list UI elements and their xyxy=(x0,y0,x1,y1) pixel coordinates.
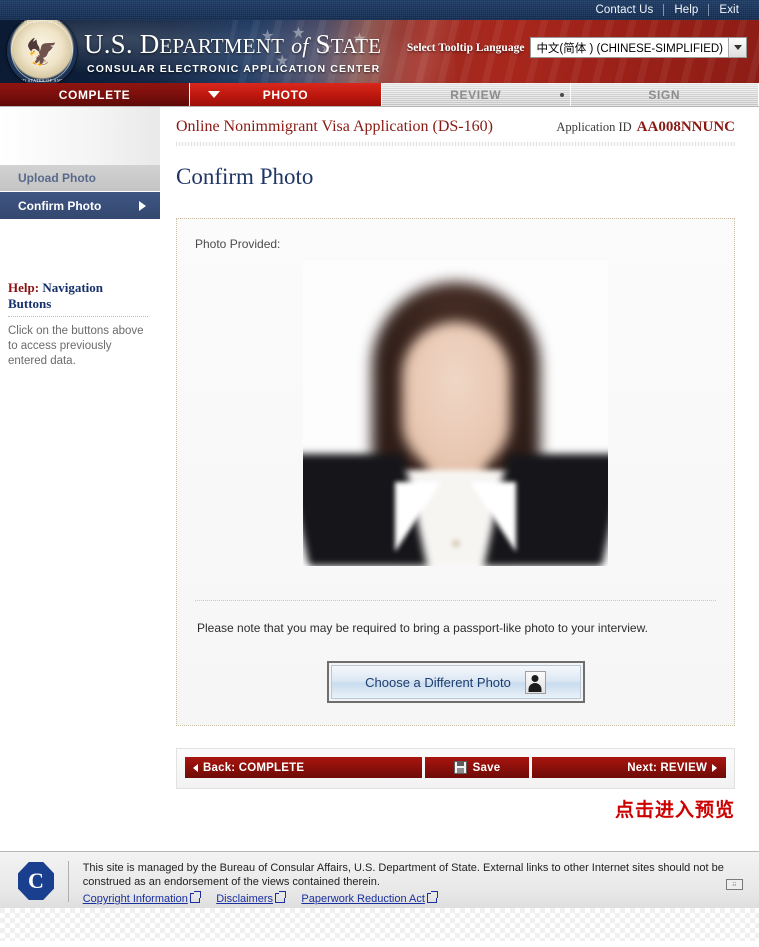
application-title: Online Nonimmigrant Visa Application (DS… xyxy=(176,118,493,135)
help-box: Help: Navigation Buttons Click on the bu… xyxy=(0,280,160,369)
sidebar-item-label: Confirm Photo xyxy=(18,198,102,213)
exit-link[interactable]: Exit xyxy=(709,4,749,16)
main-content: Online Nonimmigrant Visa Application (DS… xyxy=(160,107,759,851)
choose-different-photo-label: Choose a Different Photo xyxy=(365,674,511,690)
navigation-buttons: Back: COMPLETE Save Next: REVIEW xyxy=(185,757,726,778)
arrow-left-icon xyxy=(193,763,198,772)
brand-department-rest: EPARTMENT xyxy=(159,34,285,58)
external-link-icon xyxy=(189,891,201,903)
tab-sign-label: SIGN xyxy=(648,87,681,102)
brand-of: of xyxy=(291,33,309,58)
footer-divider xyxy=(68,861,69,902)
help-text: Click on the buttons above to access pre… xyxy=(8,325,144,367)
external-link-icon xyxy=(426,891,438,903)
tab-complete-label: COMPLETE xyxy=(58,87,131,102)
portrait-collar-left xyxy=(395,482,441,552)
page-title: Confirm Photo xyxy=(176,164,314,189)
choose-photo-focus-ring: Choose a Different Photo xyxy=(326,661,585,703)
copyright-information-label: Copyright Information xyxy=(82,893,188,905)
badge-letter: C xyxy=(28,868,44,893)
top-utility-bar: Contact Us Help Exit xyxy=(0,0,759,20)
language-label: Select Tooltip Language xyxy=(406,41,525,54)
site-footer: C This site is managed by the Bureau of … xyxy=(0,851,759,908)
brand-state-cap: S xyxy=(315,29,331,59)
arrow-right-icon xyxy=(712,763,717,772)
contact-us-link[interactable]: Contact Us xyxy=(585,4,663,16)
floppy-disk-icon xyxy=(453,761,467,774)
current-tab-marker-icon xyxy=(208,91,220,98)
tooltip-language-select[interactable]: 中文(简体 ) (CHINESE-SIMPLIFIED) xyxy=(530,37,747,58)
brand-title: U.S. DEPARTMENT of STATE xyxy=(84,29,381,61)
portrait-face xyxy=(401,322,510,470)
help-divider xyxy=(8,316,148,317)
disclaimers-label: Disclaimers xyxy=(216,893,274,905)
next-button-label: Next: REVIEW xyxy=(627,761,707,774)
back-button-label: Back: COMPLETE xyxy=(203,761,305,774)
external-link-icon xyxy=(275,891,287,903)
paperwork-reduction-act-link[interactable]: Paperwork Reduction Act xyxy=(301,891,438,905)
state-department-seal-icon: DEPARTMENT OF STATE 🦅 UNITED STATES OF A… xyxy=(7,20,77,83)
save-button[interactable]: Save xyxy=(425,757,529,778)
sidebar-item-label: Upload Photo xyxy=(18,171,96,185)
tab-complete[interactable]: COMPLETE xyxy=(0,83,190,106)
footer-content: This site is managed by the Bureau of Co… xyxy=(83,861,745,905)
language-selector-group: Select Tooltip Language 中文(简体 ) (CHINESE… xyxy=(407,37,747,58)
back-button[interactable]: Back: COMPLETE xyxy=(185,757,422,778)
brand-subtitle: CONSULAR ELECTRONIC APPLICATION CENTER xyxy=(87,63,381,75)
tab-review[interactable]: REVIEW xyxy=(382,83,571,106)
eagle-icon: 🦅 xyxy=(25,37,59,68)
tab-review-label: REVIEW xyxy=(450,87,502,102)
help-link[interactable]: Help xyxy=(664,4,708,16)
portrait-person-icon xyxy=(524,670,546,694)
application-id: Application ID AA008NNUNC xyxy=(556,119,735,136)
tab-dot-icon xyxy=(559,92,564,97)
application-id-value: AA008NNUNC xyxy=(636,119,735,135)
chevron-right-icon xyxy=(139,200,146,211)
seal-top-text: DEPARTMENT OF STATE xyxy=(14,20,70,24)
photo-note: Please note that you may be required to … xyxy=(197,621,648,635)
language-selected-value: 中文(简体 ) (CHINESE-SIMPLIFIED) xyxy=(536,42,723,55)
help-title-key: Help: xyxy=(8,280,40,295)
disclaimers-link[interactable]: Disclaimers xyxy=(216,891,287,905)
photo-provided-label: Photo Provided: xyxy=(195,237,281,251)
page-body: Upload Photo Confirm Photo Help: Navigat… xyxy=(0,107,759,851)
footer-text: This site is managed by the Bureau of Co… xyxy=(82,862,724,888)
application-id-label: Application ID xyxy=(556,120,632,134)
consular-affairs-badge-icon: C xyxy=(18,862,54,900)
application-header: Online Nonimmigrant Visa Application (DS… xyxy=(160,107,759,136)
brand-department-cap: D xyxy=(139,29,160,59)
brand-us: U.S. xyxy=(84,29,133,59)
portrait-shirt-button xyxy=(451,539,460,548)
bottom-transparent-strip xyxy=(0,908,759,941)
annotation-text: 点击进入预览 xyxy=(614,800,735,821)
tab-photo[interactable]: PHOTO xyxy=(190,83,382,106)
progress-tab-bar: COMPLETE PHOTO REVIEW SIGN xyxy=(0,83,759,107)
save-button-label: Save xyxy=(472,761,501,774)
next-button[interactable]: Next: REVIEW xyxy=(532,757,726,778)
copyright-information-link[interactable]: Copyright Information xyxy=(82,891,201,905)
site-banner: DEPARTMENT OF STATE 🦅 UNITED STATES OF A… xyxy=(0,20,759,83)
footer-mini-badge-icon: ☷ xyxy=(726,879,743,890)
sidebar-item-upload-photo[interactable]: Upload Photo xyxy=(0,165,160,192)
paperwork-reduction-act-label: Paperwork Reduction Act xyxy=(301,893,425,905)
site-brand: U.S. DEPARTMENT of STATE CONSULAR ELECTR… xyxy=(84,29,381,75)
photo-container xyxy=(195,260,716,566)
chevron-down-icon[interactable] xyxy=(728,38,746,57)
confirm-photo-panel: Photo Provided: Please note that you may… xyxy=(176,218,735,726)
help-title: Help: Navigation Buttons xyxy=(8,280,148,316)
brand-state-rest: TATE xyxy=(330,34,382,58)
form-navigation-bar: Back: COMPLETE Save Next: REVIEW xyxy=(176,748,735,789)
tab-photo-label: PHOTO xyxy=(262,87,309,102)
sidebar: Upload Photo Confirm Photo Help: Navigat… xyxy=(0,107,160,851)
sidebar-top-fill xyxy=(0,107,160,165)
footer-links: Copyright Information Disclaimers Paperw… xyxy=(83,891,745,905)
portrait-collar-right xyxy=(470,482,516,552)
tab-sign[interactable]: SIGN xyxy=(570,83,759,106)
choose-photo-container: Choose a Different Photo xyxy=(195,661,716,703)
sidebar-item-confirm-photo[interactable]: Confirm Photo xyxy=(0,192,160,219)
choose-different-photo-button[interactable]: Choose a Different Photo xyxy=(330,665,581,699)
uploaded-photo xyxy=(303,260,608,566)
